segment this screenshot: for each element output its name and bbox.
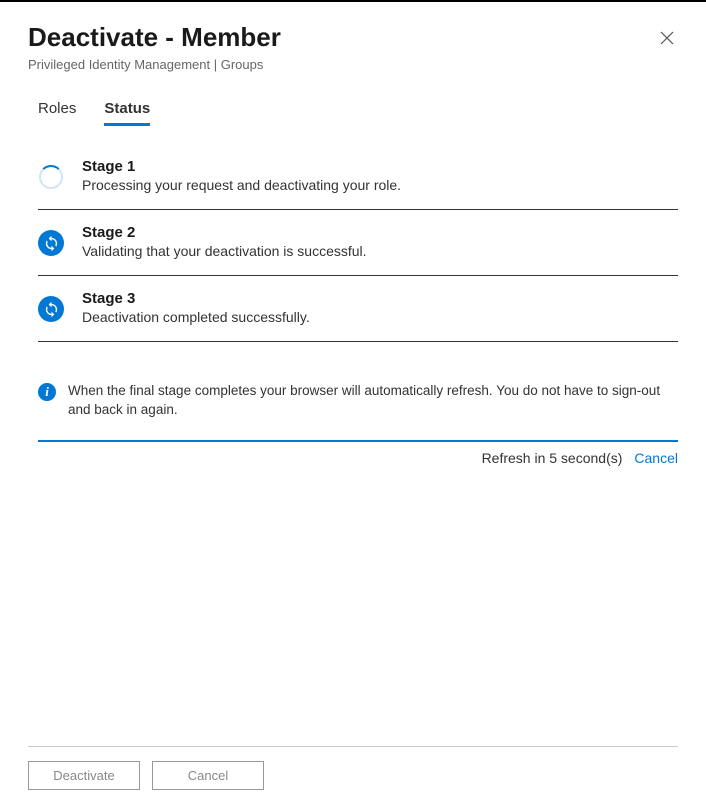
sync-icon [38, 230, 64, 256]
stage-row: Stage 2 Validating that your deactivatio… [38, 210, 678, 276]
stage-description: Processing your request and deactivating… [82, 177, 678, 193]
spinner-icon [39, 165, 63, 189]
stage-title: Stage 3 [82, 290, 678, 307]
footer: Deactivate Cancel [28, 746, 678, 808]
stage-title: Stage 2 [82, 224, 678, 241]
stage-text: Stage 1 Processing your request and deac… [82, 158, 678, 193]
info-row: i When the final stage completes your br… [38, 382, 678, 442]
stage-row: Stage 3 Deactivation completed successfu… [38, 276, 678, 342]
stage-description: Deactivation completed successfully. [82, 309, 678, 325]
info-icon: i [38, 383, 56, 401]
tab-status[interactable]: Status [104, 100, 150, 126]
stage-description: Validating that your deactivation is suc… [82, 243, 678, 259]
deactivate-button[interactable]: Deactivate [28, 761, 140, 790]
refresh-countdown: Refresh in 5 second(s) [482, 450, 623, 466]
stage-icon-wrap [38, 230, 64, 256]
cancel-refresh-link[interactable]: Cancel [634, 450, 678, 466]
page-title: Deactivate - Member [28, 22, 281, 53]
header-row: Deactivate - Member [28, 22, 678, 53]
close-button[interactable] [656, 26, 678, 52]
stage-title: Stage 1 [82, 158, 678, 175]
tab-roles[interactable]: Roles [38, 100, 76, 126]
spacer [28, 466, 678, 746]
refresh-row: Refresh in 5 second(s) Cancel [28, 450, 678, 466]
cancel-button[interactable]: Cancel [152, 761, 264, 790]
breadcrumb: Privileged Identity Management | Groups [28, 57, 678, 72]
stage-icon-wrap [38, 164, 64, 190]
stage-icon-wrap [38, 296, 64, 322]
deactivate-panel: Deactivate - Member Privileged Identity … [0, 2, 706, 808]
stage-text: Stage 3 Deactivation completed successfu… [82, 290, 678, 325]
sync-icon [38, 296, 64, 322]
stage-text: Stage 2 Validating that your deactivatio… [82, 224, 678, 259]
close-icon [660, 31, 674, 45]
info-text: When the final stage completes your brow… [68, 382, 678, 420]
stages-list: Stage 1 Processing your request and deac… [38, 144, 678, 342]
stage-row: Stage 1 Processing your request and deac… [38, 144, 678, 210]
tabs: Roles Status [38, 100, 678, 126]
